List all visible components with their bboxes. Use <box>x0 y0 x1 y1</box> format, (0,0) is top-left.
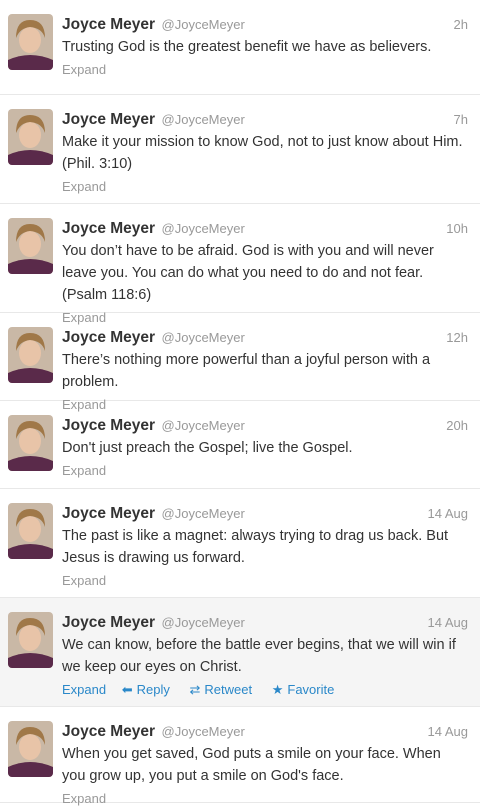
tweet-actions: Expand ⬅︎ Reply ⇄ Retweet ★ Favorite <box>62 681 468 699</box>
author-name[interactable]: Joyce Meyer <box>62 16 155 33</box>
avatar[interactable] <box>8 327 53 383</box>
avatar[interactable] <box>8 218 53 274</box>
retweet-label: Retweet <box>204 682 253 697</box>
avatar[interactable] <box>8 14 53 70</box>
star-icon: ★ <box>271 682 284 697</box>
author-name[interactable]: Joyce Meyer <box>62 614 155 631</box>
expand-link[interactable]: Expand <box>62 179 106 194</box>
author-handle[interactable]: @JoyceMeyer <box>162 418 245 433</box>
author-handle[interactable]: @JoyceMeyer <box>162 112 245 127</box>
author-name[interactable]: Joyce Meyer <box>62 417 155 434</box>
author-name[interactable]: Joyce Meyer <box>62 723 155 740</box>
tweet-text: Don't just preach the Gospel; live the G… <box>62 440 353 456</box>
tweet-actions: Expand <box>62 790 468 808</box>
favorite-button[interactable]: ★ Favorite <box>272 682 339 697</box>
tweet-text: Trusting God is the greatest benefit we … <box>62 39 432 55</box>
avatar[interactable] <box>8 109 53 165</box>
tweet-actions: Expand <box>62 462 468 480</box>
retweet-icon: ⇄ <box>189 682 201 697</box>
tweet-feed: Joyce Meyer @JoyceMeyer 2h Trusting God i… <box>0 0 480 806</box>
tweet-item[interactable]: Joyce Meyer @JoyceMeyer 14 Aug When you g… <box>0 707 480 806</box>
author-handle[interactable]: @JoyceMeyer <box>162 506 245 521</box>
tweet-time[interactable]: 20h <box>446 416 468 435</box>
author-name[interactable]: Joyce Meyer <box>62 111 155 128</box>
tweet-item[interactable]: Joyce Meyer @JoyceMeyer 7h Make it your m… <box>0 95 480 204</box>
tweet-item[interactable]: Joyce Meyer @JoyceMeyer 10h You don’t hav… <box>0 204 480 325</box>
tweet-text: When you get saved, God puts a smile on … <box>62 746 441 784</box>
avatar[interactable] <box>8 612 53 668</box>
reply-arrow-icon: ⬅︎ <box>121 682 133 697</box>
expand-link[interactable]: Expand <box>62 791 106 806</box>
tweet-time[interactable]: 14 Aug <box>428 613 469 632</box>
retweet-button[interactable]: ⇄ Retweet <box>190 682 257 697</box>
author-name[interactable]: Joyce Meyer <box>62 220 155 237</box>
tweet-text: There’s nothing more powerful than a joy… <box>62 352 431 390</box>
author-handle[interactable]: @JoyceMeyer <box>162 724 245 739</box>
tweet-item-selected[interactable]: Joyce Meyer @JoyceMeyer 14 Aug We can kno… <box>0 598 480 707</box>
avatar[interactable] <box>8 721 53 777</box>
tweet-time[interactable]: 12h <box>446 328 468 347</box>
tweet-time[interactable]: 7h <box>454 110 468 129</box>
author-handle[interactable]: @JoyceMeyer <box>162 330 245 345</box>
tweet-item[interactable]: Joyce Meyer @JoyceMeyer 20h Don't just pr… <box>0 401 480 489</box>
reply-button[interactable]: ⬅︎ Reply <box>122 682 174 697</box>
tweet-text: The past is like a magnet: always trying… <box>62 528 449 566</box>
expand-link[interactable]: Expand <box>62 62 106 77</box>
tweet-item[interactable]: Joyce Meyer @JoyceMeyer 12h There’s nothi… <box>0 313 480 412</box>
author-name[interactable]: Joyce Meyer <box>62 329 155 346</box>
tweet-time[interactable]: 14 Aug <box>428 722 469 741</box>
avatar[interactable] <box>8 415 53 471</box>
author-handle[interactable]: @JoyceMeyer <box>162 221 245 236</box>
author-handle[interactable]: @JoyceMeyer <box>162 17 245 32</box>
author-name[interactable]: Joyce Meyer <box>62 505 155 522</box>
tweet-actions: Expand <box>62 61 468 79</box>
tweet-item[interactable]: Joyce Meyer @JoyceMeyer 2h Trusting God i… <box>0 0 480 95</box>
author-handle[interactable]: @JoyceMeyer <box>162 615 245 630</box>
tweet-text: We can know, before the battle ever begi… <box>62 637 456 675</box>
avatar[interactable] <box>8 503 53 559</box>
reply-label: Reply <box>136 682 170 697</box>
tweet-actions: Expand <box>62 178 468 196</box>
expand-link[interactable]: Expand <box>62 573 106 588</box>
tweet-time[interactable]: 14 Aug <box>428 504 469 523</box>
expand-link[interactable]: Expand <box>62 463 106 478</box>
tweet-text: Make it your mission to know God, not to… <box>62 134 463 172</box>
favorite-label: Favorite <box>287 682 335 697</box>
tweet-time[interactable]: 10h <box>446 219 468 238</box>
tweet-item[interactable]: Joyce Meyer @JoyceMeyer 14 Aug The past i… <box>0 489 480 598</box>
expand-link[interactable]: Expand <box>62 682 106 697</box>
tweet-time[interactable]: 2h <box>454 15 468 34</box>
tweet-text: You don’t have to be afraid. God is with… <box>62 243 434 303</box>
tweet-actions: Expand <box>62 572 468 590</box>
